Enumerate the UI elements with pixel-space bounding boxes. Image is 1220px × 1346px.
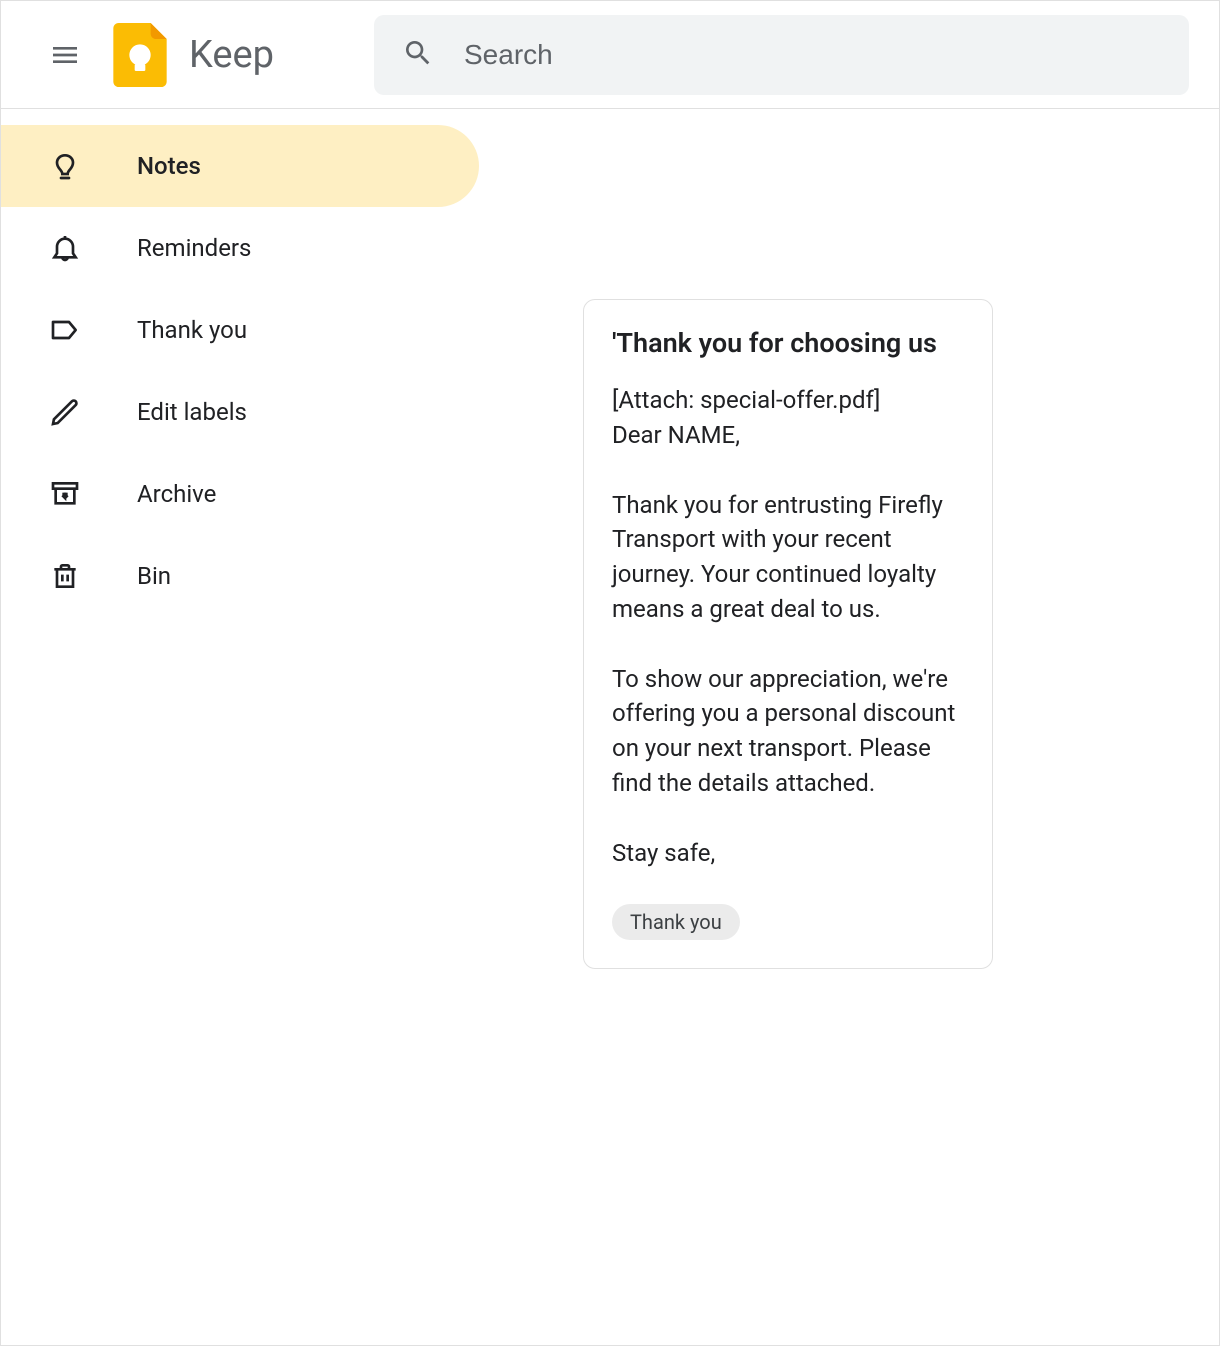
hamburger-icon: [49, 39, 81, 71]
note-card[interactable]: 'Thank you for choosing us [Attach: spec…: [583, 299, 993, 969]
app-name: Keep: [189, 33, 274, 77]
main-menu-button[interactable]: [41, 31, 89, 79]
note-title: 'Thank you for choosing us: [612, 324, 964, 363]
sidebar-item-label: Notes: [137, 152, 201, 180]
sidebar-item-label-thank-you[interactable]: Thank you: [1, 289, 479, 371]
search-icon: [402, 37, 434, 73]
sidebar-item-bin[interactable]: Bin: [1, 535, 479, 617]
note-labels: Thank you: [612, 904, 964, 940]
keep-logo-icon: [113, 23, 167, 87]
sidebar-item-label: Reminders: [137, 234, 251, 262]
search-bar[interactable]: [374, 15, 1189, 95]
pencil-icon: [45, 392, 85, 432]
archive-icon: [45, 474, 85, 514]
notes-area: 'Thank you for choosing us [Attach: spec…: [479, 109, 1219, 1345]
label-chip[interactable]: Thank you: [612, 904, 740, 940]
bell-icon: [45, 228, 85, 268]
label-icon: [45, 310, 85, 350]
sidebar-item-label: Edit labels: [137, 398, 247, 426]
search-input[interactable]: [464, 39, 1161, 71]
sidebar-item-label: Thank you: [137, 316, 247, 344]
sidebar-item-notes[interactable]: Notes: [1, 125, 479, 207]
sidebar-item-edit-labels[interactable]: Edit labels: [1, 371, 479, 453]
app-logo[interactable]: Keep: [113, 23, 274, 87]
trash-icon: [45, 556, 85, 596]
sidebar-item-label: Archive: [137, 480, 216, 508]
sidebar: Notes Reminders Thank you Edit labels Ar: [1, 109, 479, 1345]
sidebar-item-reminders[interactable]: Reminders: [1, 207, 479, 289]
sidebar-item-label: Bin: [137, 562, 171, 590]
sidebar-item-archive[interactable]: Archive: [1, 453, 479, 535]
lightbulb-icon: [45, 146, 85, 186]
app-header: Keep: [1, 1, 1219, 109]
note-body: [Attach: special-offer.pdf] Dear NAME, T…: [612, 383, 964, 870]
